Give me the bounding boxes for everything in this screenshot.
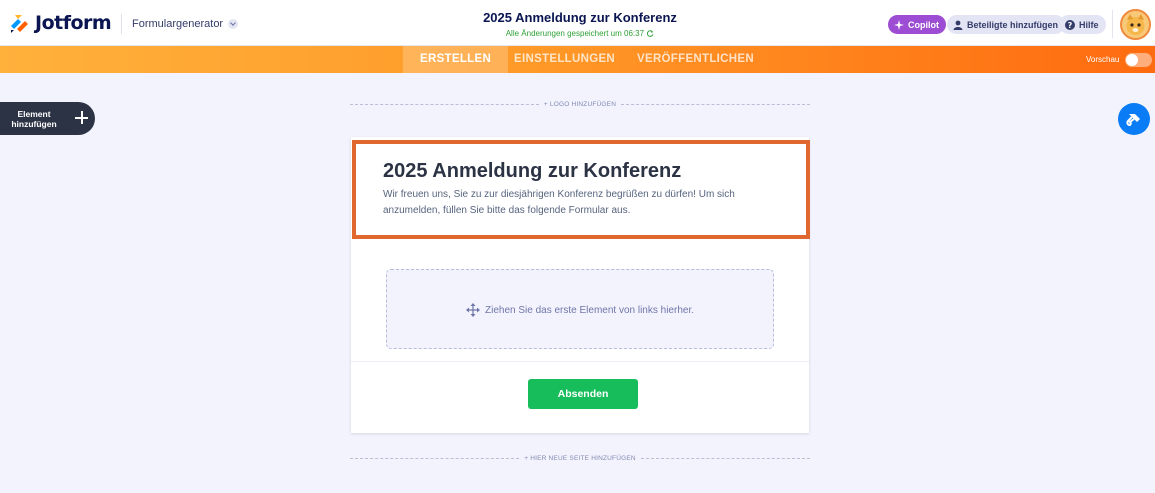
top-header: Jotform Formulargenerator 2025 Anmeldung…	[0, 0, 1155, 46]
product-name: Formulargenerator	[132, 18, 224, 30]
invite-label: Beteiligte hinzufügen	[967, 19, 1058, 30]
header-divider	[121, 14, 122, 34]
brand-name: Jotform	[35, 12, 112, 34]
dropzone-hint: Ziehen Sie das erste Element von links h…	[485, 304, 694, 316]
form-subheading[interactable]: Wir freuen uns, Sie zu zur diesjährigen …	[383, 187, 783, 219]
invite-collaborators-button[interactable]: Beteiligte hinzufügen	[947, 15, 1065, 34]
copilot-button[interactable]: Copilot	[888, 15, 946, 34]
add-element-label: Element hinzufügen	[11, 109, 57, 129]
add-logo-row[interactable]: + LOGO HINZUFÜGEN	[350, 99, 811, 109]
dashed-line	[350, 457, 520, 459]
avatar[interactable]	[1120, 9, 1151, 40]
save-status-text: Alle Änderungen gespeichert um 06:37	[505, 29, 645, 38]
copilot-label: Copilot	[908, 19, 939, 30]
chevron-down-icon	[228, 19, 239, 29]
paint-roller-icon	[1126, 114, 1140, 126]
builder-nav: ERSTELLEN EINSTELLUNGEN VERÖFFENTLICHEN …	[0, 46, 1155, 73]
svg-text:?: ?	[1068, 21, 1073, 30]
add-page-row[interactable]: + HIER NEUE SEITE HINZUFÜGEN	[350, 453, 811, 463]
form-divider	[351, 361, 809, 362]
save-status: Alle Änderungen gespeichert um 06:37	[430, 29, 730, 38]
form-heading[interactable]: 2025 Anmeldung zur Konferenz	[383, 160, 681, 183]
submit-button[interactable]: Absenden	[528, 379, 638, 409]
plus-icon	[75, 111, 88, 124]
dropzone-message: Ziehen Sie das erste Element von links h…	[387, 303, 773, 317]
tab-create[interactable]: ERSTELLEN	[403, 46, 509, 73]
form-designer-button[interactable]	[1118, 103, 1150, 135]
form-header-section[interactable]: 2025 Anmeldung zur Konferenz Wir freuen …	[352, 140, 810, 239]
preview-toggle[interactable]	[1125, 53, 1152, 67]
user-icon	[953, 20, 963, 30]
add-element-button[interactable]: Element hinzufügen	[0, 102, 95, 135]
move-arrows-icon	[466, 303, 480, 317]
document-title-area: 2025 Anmeldung zur Konferenz Alle Änderu…	[430, 10, 730, 38]
form-title[interactable]: 2025 Anmeldung zur Konferenz	[430, 10, 730, 25]
question-icon: ?	[1065, 19, 1075, 30]
refresh-icon	[647, 30, 654, 37]
header-divider-right	[1112, 10, 1113, 38]
dashed-line	[640, 457, 811, 459]
tab-publish[interactable]: VERÖFFENTLICHEN	[637, 46, 754, 73]
element-dropzone[interactable]: Ziehen Sie das erste Element von links h…	[386, 269, 774, 349]
add-logo-link[interactable]: + LOGO HINZUFÜGEN	[539, 101, 621, 108]
user-avatar-icon	[1126, 14, 1145, 35]
add-page-link[interactable]: + HIER NEUE SEITE HINZUFÜGEN	[519, 455, 641, 462]
jotform-logo[interactable]: Jotform	[9, 12, 112, 34]
product-switcher[interactable]: Formulargenerator	[132, 18, 239, 30]
dashed-line	[621, 103, 811, 105]
help-label: Hilfe	[1079, 19, 1099, 30]
tab-settings[interactable]: EINSTELLUNGEN	[514, 46, 615, 73]
jotform-logo-icon	[11, 15, 28, 33]
preview-label: Vorschau	[1086, 55, 1120, 64]
help-button[interactable]: ? Hilfe	[1059, 15, 1106, 34]
dashed-line	[350, 103, 539, 105]
sparkle-icon	[894, 19, 904, 30]
